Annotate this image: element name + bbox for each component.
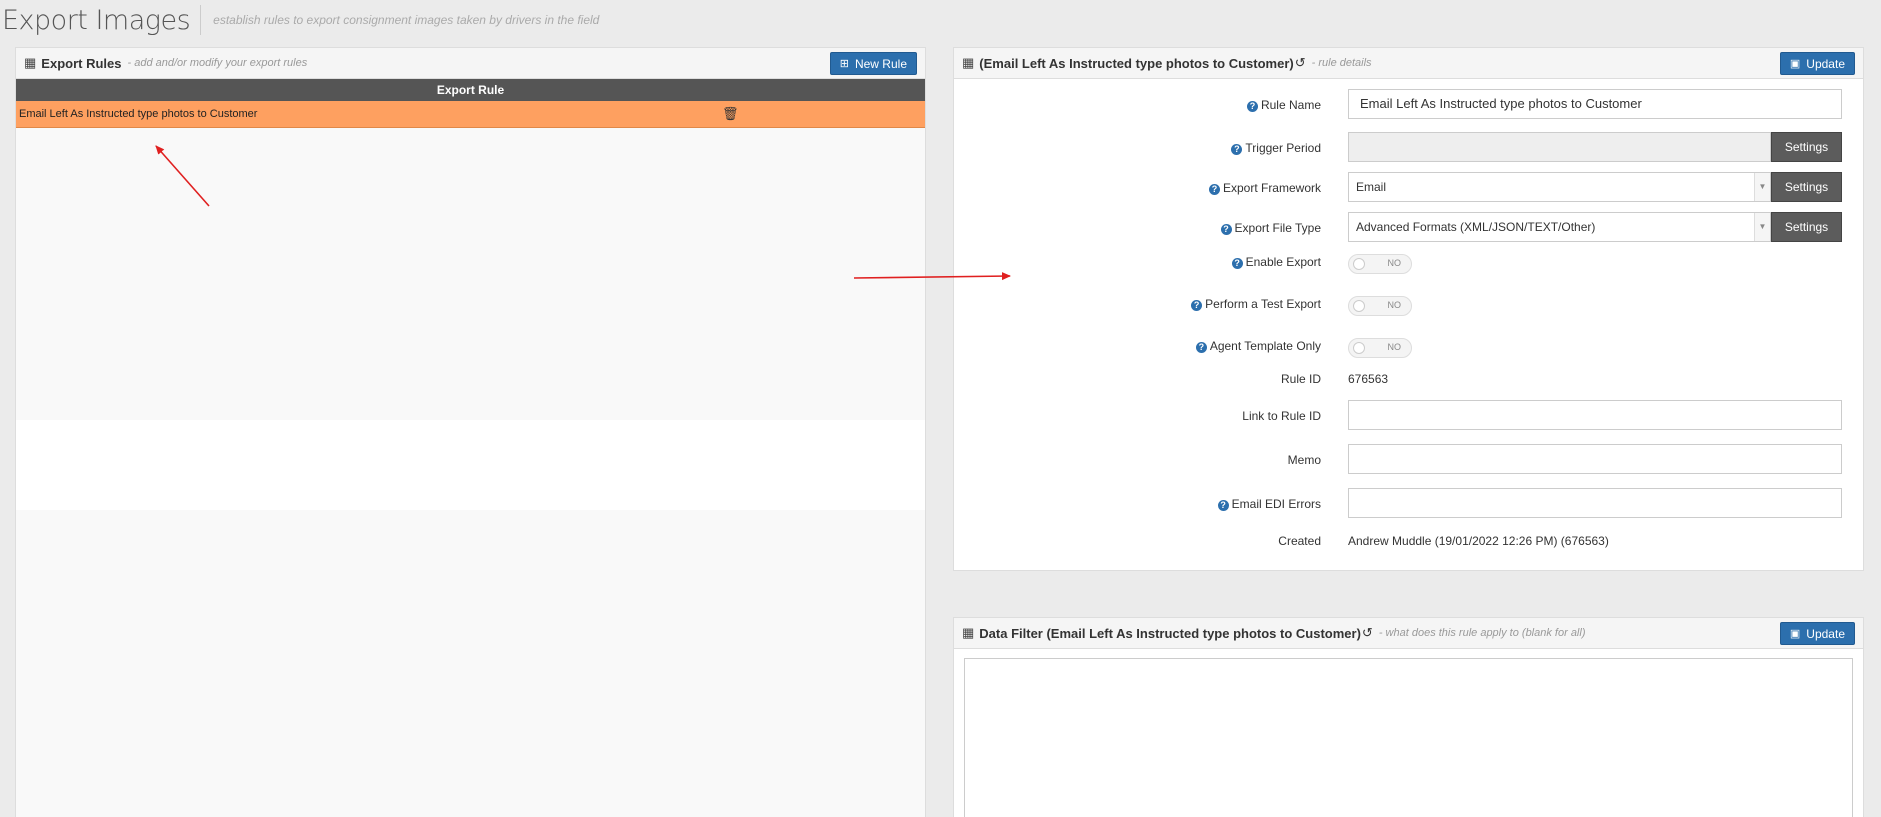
header-divider [200,5,202,35]
rule-id-value: 676563 [1348,372,1389,386]
rule-name-label: ? Rule Name [1246,98,1321,112]
data-filter-editor[interactable] [964,658,1853,817]
memo-input[interactable] [1348,444,1842,474]
created-label: Created [1278,534,1321,548]
page-header: Export Images establish rules to export … [0,0,599,40]
test-export-label: ? Perform a Test Export [1191,297,1321,311]
test-export-toggle[interactable]: NO [1348,296,1412,316]
data-filter-header: ▦ Data Filter (Email Left As Instructed … [954,618,1863,649]
export-file-type-select[interactable]: Advanced Formats (XML/JSON/TEXT/Other) ▼ [1348,212,1771,242]
history-icon[interactable]: ↺ [1295,55,1306,71]
email-edi-errors-label: ? Email EDI Errors [1217,497,1321,511]
export-rule-column-header: Export Rule [16,79,925,101]
rule-details-panel: ▦ (Email Left As Instructed type photos … [953,47,1864,571]
rule-name-input[interactable]: Email Left As Instructed type photos to … [1348,89,1842,119]
table-grid-icon: ▦ [962,55,975,70]
trigger-period-settings-button[interactable]: Settings [1771,132,1842,162]
question-circle-icon[interactable]: ? [1195,342,1207,353]
question-circle-icon[interactable]: ? [1220,224,1232,235]
update-filter-button[interactable]: ▣ Update [1779,622,1855,645]
chevron-down-icon[interactable]: ▼ [1754,173,1770,201]
new-rule-button[interactable]: ⊞ New Rule [829,52,917,75]
toggle-state: NO [1387,258,1402,268]
question-circle-icon[interactable]: ? [1208,184,1220,195]
question-circle-icon[interactable]: ? [1191,300,1203,311]
toggle-knob [1353,300,1365,312]
export-file-type-label: ? Export File Type [1220,221,1321,235]
toggle-state: NO [1387,342,1402,352]
rule-details-title: (Email Left As Instructed type photos to… [979,55,1294,71]
export-framework-value: Email [1356,180,1387,194]
rule-name-cell[interactable]: Email Left As Instructed type photos to … [16,108,719,120]
floppy-disk-icon: ▣ [1789,628,1801,640]
rule-details-header: ▦ (Email Left As Instructed type photos … [954,48,1863,79]
rule-id-label: Rule ID [1280,372,1321,386]
data-filter-title: Data Filter (Email Left As Instructed ty… [979,625,1361,641]
table-grid-icon: ▦ [24,55,37,70]
table-row[interactable]: Email Left As Instructed type photos to … [16,101,925,128]
question-circle-icon[interactable]: ? [1231,258,1243,269]
export-framework-settings-button[interactable]: Settings [1771,172,1842,202]
rule-details-subtitle: - rule details [1311,57,1372,69]
trigger-period-label: ? Trigger Period [1231,141,1321,155]
update-details-button[interactable]: ▣ Update [1779,52,1855,75]
enable-export-label: ? Enable Export [1231,255,1321,269]
created-value: Andrew Muddle (19/01/2022 12:26 PM) (676… [1348,534,1609,548]
table-empty-area [16,420,925,510]
toggle-knob [1353,258,1365,270]
export-file-type-value: Advanced Formats (XML/JSON/TEXT/Other) [1356,220,1596,234]
chevron-down-icon[interactable]: ▼ [1754,213,1770,241]
floppy-disk-icon: ▣ [1789,58,1801,70]
enable-export-toggle[interactable]: NO [1348,254,1412,274]
link-rule-id-label: Link to Rule ID [1242,409,1321,423]
export-rules-title: Export Rules [41,55,122,71]
export-rules-header: ▦ Export Rules - add and/or modify your … [16,48,925,79]
question-circle-icon[interactable]: ? [1231,144,1243,155]
question-circle-icon[interactable]: ? [1217,500,1229,511]
toggle-state: NO [1387,300,1402,310]
data-filter-panel: ▦ Data Filter (Email Left As Instructed … [953,617,1864,817]
email-edi-errors-input[interactable] [1348,488,1842,518]
agent-template-toggle[interactable]: NO [1348,338,1412,358]
link-rule-id-input[interactable] [1348,400,1842,430]
export-framework-label: ? Export Framework [1208,181,1321,195]
export-rules-panel: ▦ Export Rules - add and/or modify your … [15,47,926,817]
update-filter-label: Update [1806,626,1845,641]
export-file-type-settings-button[interactable]: Settings [1771,212,1842,242]
data-filter-subtitle: - what does this rule apply to (blank fo… [1378,627,1586,639]
export-rules-subtitle: - add and/or modify your export rules [127,57,308,69]
update-details-label: Update [1806,56,1845,71]
toggle-knob [1353,342,1365,354]
table-grid-icon: ▦ [962,625,975,640]
agent-template-label: ? Agent Template Only [1195,339,1321,353]
page-subtitle: establish rules to export consignment im… [213,13,600,27]
history-icon[interactable]: ↺ [1362,625,1373,641]
plus-square-icon: ⊞ [839,58,849,70]
trigger-period-input [1348,132,1771,162]
export-framework-select[interactable]: Email ▼ [1348,172,1771,202]
trash-icon[interactable]: 🗑 [719,106,739,122]
new-rule-label: New Rule [854,56,907,71]
question-circle-icon[interactable]: ? [1246,101,1258,112]
memo-label: Memo [1287,453,1321,467]
page-title: Export Images [2,4,191,36]
